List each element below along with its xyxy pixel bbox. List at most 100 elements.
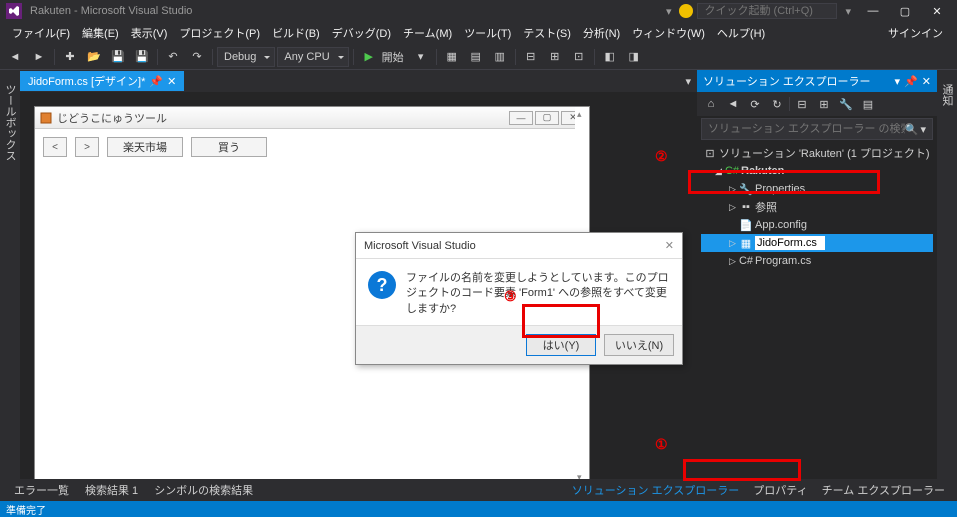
document-tab[interactable]: JidoForm.cs [デザイン]* 📌 ✕: [20, 71, 184, 91]
expand-icon[interactable]: ▷: [729, 202, 739, 213]
doctabs-dropdown[interactable]: ▾: [679, 75, 697, 88]
panel-search-input[interactable]: [708, 123, 905, 135]
dialog-close-icon[interactable]: ✕: [665, 239, 674, 252]
designer-canvas[interactable]: じどうこにゅうツール — ▢ ✕ < > 楽天市場 買う ▴ ▾: [20, 92, 697, 479]
menu-team[interactable]: チーム(M): [397, 23, 458, 43]
tree-appconfig[interactable]: 📄 App.config: [701, 216, 933, 234]
tree-form-cs[interactable]: ▷ ▦: [701, 234, 933, 252]
dialog-yes-button[interactable]: はい(Y): [526, 334, 596, 356]
open-button[interactable]: 📂: [83, 46, 105, 68]
error-list-tab[interactable]: エラー一覧: [6, 480, 77, 500]
expand-icon[interactable]: ▷: [729, 238, 739, 249]
tree-references[interactable]: ▷ ▪▪ 参照: [701, 198, 933, 216]
menu-tools[interactable]: ツール(T): [458, 23, 517, 43]
menu-build[interactable]: ビルド(B): [266, 23, 326, 43]
notifications-tab[interactable]: 通知: [937, 78, 957, 479]
panel-dropdown-icon[interactable]: ▾: [895, 75, 901, 88]
notification-dropdown[interactable]: ▾: [662, 5, 676, 18]
back-btn[interactable]: ◄: [723, 94, 743, 114]
start-label[interactable]: 開始: [382, 49, 408, 65]
save-button[interactable]: 💾: [107, 46, 129, 68]
properties-btn[interactable]: 🔧: [836, 94, 856, 114]
search-icon[interactable]: 🔍: [905, 123, 919, 136]
menu-test[interactable]: テスト(S): [517, 23, 577, 43]
minimize-button[interactable]: —: [859, 2, 887, 20]
expand-icon[interactable]: ◢: [715, 166, 725, 177]
platform-combo[interactable]: Any CPU: [277, 47, 348, 67]
tree-project[interactable]: ◢ C# Rakuten: [701, 162, 933, 180]
new-project-button[interactable]: ✚: [59, 46, 81, 68]
start-button[interactable]: ▶: [358, 46, 380, 68]
config-combo[interactable]: Debug: [217, 47, 275, 67]
team-explorer-tab[interactable]: チーム エクスプローラー: [816, 480, 951, 500]
start-dropdown[interactable]: ▾: [410, 46, 432, 68]
menu-window[interactable]: ウィンドウ(W): [626, 23, 711, 43]
nav-fwd-form-button[interactable]: >: [75, 137, 99, 157]
buy-button[interactable]: 買う: [191, 137, 267, 157]
search-dd-icon[interactable]: ▾: [920, 123, 926, 136]
tree-solution-root[interactable]: ⊡ ソリューション 'Rakuten' (1 プロジェクト): [701, 144, 933, 162]
feedback-icon[interactable]: [679, 4, 693, 18]
maximize-button[interactable]: ▢: [891, 2, 919, 20]
menu-file[interactable]: ファイル(F): [6, 23, 76, 43]
panel-close-icon[interactable]: ✕: [922, 75, 931, 88]
tree-label: Properties: [755, 183, 805, 195]
toolbox-tab[interactable]: ツールボックス: [0, 78, 20, 479]
nav-back-form-button[interactable]: <: [43, 137, 67, 157]
rename-input[interactable]: [755, 236, 825, 250]
misc-btn-1[interactable]: ◧: [599, 46, 621, 68]
home-button[interactable]: ⌂: [701, 94, 721, 114]
menu-analyze[interactable]: 分析(N): [577, 23, 626, 43]
preview-btn[interactable]: ▤: [858, 94, 878, 114]
align-btn-3[interactable]: ⊡: [568, 46, 590, 68]
document-tabs: JidoForm.cs [デザイン]* 📌 ✕ ▾: [20, 70, 697, 92]
panel-search[interactable]: 🔍 ▾: [701, 118, 933, 140]
menu-project[interactable]: プロジェクト(P): [173, 23, 266, 43]
tree-properties[interactable]: ▷ 🔧 Properties: [701, 180, 933, 198]
dialog-no-button[interactable]: いいえ(N): [604, 334, 674, 356]
redo-button[interactable]: ↷: [186, 46, 208, 68]
layout-btn-3[interactable]: ▥: [489, 46, 511, 68]
form-icon: [39, 111, 53, 125]
quick-launch-dropdown[interactable]: ▾: [841, 5, 855, 18]
nav-fwd-button[interactable]: ►: [28, 46, 50, 68]
undo-button[interactable]: ↶: [162, 46, 184, 68]
menu-edit[interactable]: 編集(E): [76, 23, 125, 43]
menu-help[interactable]: ヘルプ(H): [711, 23, 771, 43]
quick-launch-input[interactable]: [697, 3, 837, 19]
nav-back-button[interactable]: ◄: [4, 46, 26, 68]
symbol-results-tab[interactable]: シンボルの検索結果: [146, 480, 261, 500]
find-results-tab[interactable]: 検索結果 1: [77, 480, 146, 500]
close-button[interactable]: ✕: [923, 2, 951, 20]
pin-icon[interactable]: 📌: [149, 75, 163, 88]
config-icon: 📄: [739, 219, 753, 232]
form-min-button[interactable]: —: [509, 111, 533, 125]
form-title: じどうこにゅうツール: [57, 110, 167, 126]
left-side-tabs: ツールボックス データソース: [0, 70, 20, 479]
rakuten-market-button[interactable]: 楽天市場: [107, 137, 183, 157]
scroll-down-icon[interactable]: ▾: [577, 472, 582, 479]
solution-explorer-tab[interactable]: ソリューション エクスプローラー: [566, 480, 746, 500]
misc-btn-2[interactable]: ◨: [623, 46, 645, 68]
layout-btn-1[interactable]: ▦: [441, 46, 463, 68]
sync-btn[interactable]: ⟳: [745, 94, 765, 114]
question-icon: ?: [368, 271, 396, 299]
expand-icon[interactable]: ▷: [729, 256, 739, 267]
expand-icon[interactable]: ▷: [729, 184, 739, 195]
layout-btn-2[interactable]: ▤: [465, 46, 487, 68]
menu-debug[interactable]: デバッグ(D): [326, 23, 397, 43]
signin-link[interactable]: サインイン: [880, 23, 951, 43]
panel-pin-icon[interactable]: 📌: [904, 75, 918, 88]
form-max-button[interactable]: ▢: [535, 111, 559, 125]
align-btn-1[interactable]: ⊟: [520, 46, 542, 68]
scroll-up-icon[interactable]: ▴: [577, 109, 582, 120]
collapse-btn[interactable]: ⊟: [792, 94, 812, 114]
properties-tab[interactable]: プロパティ: [747, 480, 813, 500]
align-btn-2[interactable]: ⊞: [544, 46, 566, 68]
showall-btn[interactable]: ⊞: [814, 94, 834, 114]
tree-program-cs[interactable]: ▷ C# Program.cs: [701, 252, 933, 270]
refresh-btn[interactable]: ↻: [767, 94, 787, 114]
save-all-button[interactable]: 💾: [131, 46, 153, 68]
close-tab-icon[interactable]: ✕: [167, 75, 176, 88]
menu-view[interactable]: 表示(V): [125, 23, 174, 43]
